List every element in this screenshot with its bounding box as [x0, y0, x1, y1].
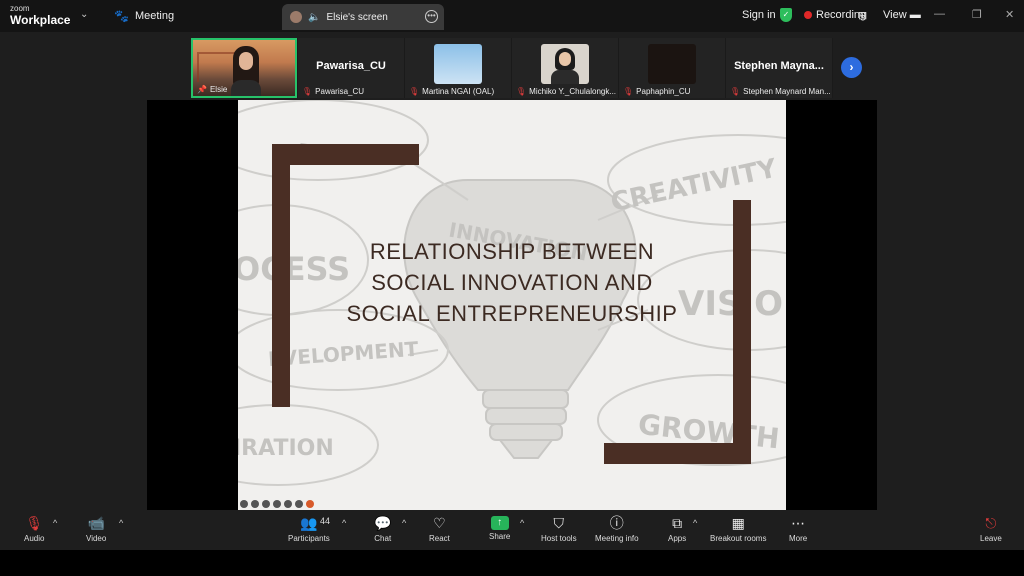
video-tile-michiko[interactable]: 🎙 Michiko Y._Chulalongk...	[512, 38, 618, 98]
audio-options-caret-icon[interactable]: ^	[53, 518, 57, 528]
slide-title-line: SOCIAL ENTREPRENEURSHIP	[346, 301, 678, 326]
sign-in-button[interactable]: Sign in	[742, 9, 776, 21]
pen-icon[interactable]	[251, 500, 259, 508]
avatar	[290, 11, 302, 23]
zoom-icon[interactable]	[262, 500, 270, 508]
tile-name: 🎙 Martina NGAI (OAL)	[409, 87, 495, 96]
share-caret-icon[interactable]: ^	[520, 518, 524, 528]
apps-caret-icon[interactable]: ^	[693, 518, 697, 528]
slide-toolbar[interactable]	[240, 498, 314, 510]
svg-text:IRATION: IRATION	[238, 436, 334, 461]
mic-muted-icon: 🎙	[516, 87, 527, 96]
tile-name: 🎙 Pawarisa_CU	[302, 87, 365, 96]
share-up-arrow-icon: ↑	[490, 516, 509, 530]
security-shield-icon[interactable]: ✓	[780, 8, 792, 22]
tile-name: 🎙 Michiko Y._Chulalongk...	[516, 87, 617, 96]
profile-picture	[648, 44, 696, 84]
leave-door-icon: ⎋	[985, 515, 997, 531]
mic-muted-icon: 🎙	[409, 87, 420, 96]
record-dot-icon	[804, 11, 812, 19]
brand-large: Workplace	[10, 13, 71, 27]
mic-muted-icon: 🎙	[623, 87, 634, 96]
chat-button[interactable]: 💬 Chat	[374, 514, 391, 543]
share-button[interactable]: ↑ Share	[489, 514, 510, 541]
apps-button[interactable]: ⧉ Apps	[668, 514, 686, 543]
presentation-slide: CREATIVITY INNOVATION VISION OCESS EVELO…	[238, 100, 786, 510]
host-tools-button[interactable]: ⛉ Host tools	[541, 514, 577, 543]
slides-icon[interactable]	[273, 500, 281, 508]
shield-icon: ⛉	[553, 515, 565, 531]
title-bar: zoom Workplace ⌄ 🐾 Meeting 🔈 Elsie's scr…	[0, 0, 1024, 32]
svg-text:EVELOPMENT: EVELOPMENT	[267, 337, 419, 371]
video-off-icon: 📹	[87, 515, 105, 531]
zoom-logo: zoom Workplace	[10, 4, 71, 27]
participant-video	[231, 46, 261, 96]
tile-name: 🎙 Paphaphin_CU	[623, 87, 691, 96]
video-button[interactable]: 📹 Video	[86, 514, 106, 543]
people-icon: 👥	[300, 515, 318, 531]
apps-icon: ⧉	[672, 515, 683, 531]
share-tab[interactable]: 🔈 Elsie's screen •••	[282, 4, 444, 30]
meeting-menu[interactable]: 🐾 Meeting	[114, 9, 174, 23]
profile-picture	[434, 44, 482, 84]
view-label: View	[883, 9, 907, 21]
leave-button[interactable]: ⎋ Leave	[980, 514, 1002, 543]
more-icon[interactable]	[295, 500, 303, 508]
tile-display-name: Stephen Mayna...	[734, 60, 824, 72]
shared-screen: CREATIVITY INNOVATION VISION OCESS EVELO…	[147, 100, 877, 510]
video-tile-stephen[interactable]: Stephen Mayna... 🎙 Stephen Maynard Man..…	[726, 38, 832, 98]
tile-display-name: Pawarisa_CU	[316, 60, 386, 72]
audio-button[interactable]: 🎙 Audio	[24, 514, 44, 543]
tile-name: 📌 Elsie	[197, 85, 228, 94]
svg-text:CREATIVITY: CREATIVITY	[608, 153, 780, 218]
meeting-label: Meeting	[134, 10, 175, 22]
close-icon[interactable]: ✕	[1005, 8, 1014, 21]
info-icon: ⓘ	[609, 515, 624, 531]
meeting-toolbar: 🎙 Audio ^ 📹 Video ^ 👥 Participants 44 ^ …	[0, 510, 1024, 550]
subtitle-icon[interactable]	[284, 500, 292, 508]
chat-caret-icon[interactable]: ^	[402, 518, 406, 528]
minimize-icon[interactable]: —	[934, 8, 945, 20]
restore-icon[interactable]: ❐	[972, 8, 982, 21]
participants-count: 44	[320, 516, 331, 526]
participants-caret-icon[interactable]: ^	[342, 518, 346, 528]
mic-muted-icon: 🎙	[302, 87, 313, 96]
chat-icon: 💬	[374, 515, 392, 531]
more-options-icon[interactable]: •••	[425, 10, 438, 23]
more-button[interactable]: ⋯ More	[789, 514, 807, 543]
speaker-icon: 🔈	[308, 11, 321, 23]
mic-muted-icon: 🎙	[25, 515, 44, 531]
more-dots-icon: ⋯	[791, 515, 806, 531]
chevron-down-icon[interactable]: ⌄	[80, 9, 88, 20]
slide-title: RELATIONSHIP BETWEEN SOCIAL INNOVATION A…	[238, 236, 786, 329]
breakout-rooms-button[interactable]: ▦ Breakout rooms	[710, 514, 766, 543]
paw-icon: 🐾	[114, 9, 129, 23]
share-tab-label: Elsie's screen	[326, 11, 388, 23]
next-page-chevron-icon[interactable]: ›	[841, 57, 862, 78]
view-button[interactable]: View ▬	[883, 9, 921, 21]
video-tile-elsie[interactable]: 📌 Elsie	[191, 38, 297, 98]
meeting-info-button[interactable]: ⓘ Meeting info	[595, 514, 639, 543]
pin-icon: 📌	[197, 85, 207, 94]
nav-back-icon[interactable]	[240, 500, 248, 508]
video-tile-paphaphin[interactable]: 🎙 Paphaphin_CU	[619, 38, 725, 98]
recording-indicator[interactable]: Recording	[804, 9, 866, 21]
profile-picture	[541, 44, 589, 84]
react-button[interactable]: ♡ React	[429, 514, 450, 543]
nav-forward-icon[interactable]	[306, 500, 314, 508]
heart-icon: ♡	[433, 515, 446, 531]
breakout-grid-icon: ▦	[731, 515, 745, 531]
brand-small: zoom	[10, 4, 30, 13]
video-tile-pawarisa[interactable]: Pawarisa_CU 🎙 Pawarisa_CU	[298, 38, 404, 98]
mic-muted-icon: 🎙	[730, 87, 741, 96]
slide-title-line: SOCIAL INNOVATION AND	[371, 270, 653, 295]
video-strip: 📌 Elsie Pawarisa_CU 🎙 Pawarisa_CU 🎙 Mart…	[191, 38, 833, 98]
gallery-grid-icon[interactable]: ⊞	[858, 9, 867, 22]
video-options-caret-icon[interactable]: ^	[119, 518, 123, 528]
taskbar-area	[0, 550, 1024, 576]
slide-title-line: RELATIONSHIP BETWEEN	[369, 239, 655, 264]
tile-name: 🎙 Stephen Maynard Man...	[730, 87, 831, 96]
zoom-window: zoom Workplace ⌄ 🐾 Meeting 🔈 Elsie's scr…	[0, 0, 1024, 576]
video-tile-martina[interactable]: 🎙 Martina NGAI (OAL)	[405, 38, 511, 98]
